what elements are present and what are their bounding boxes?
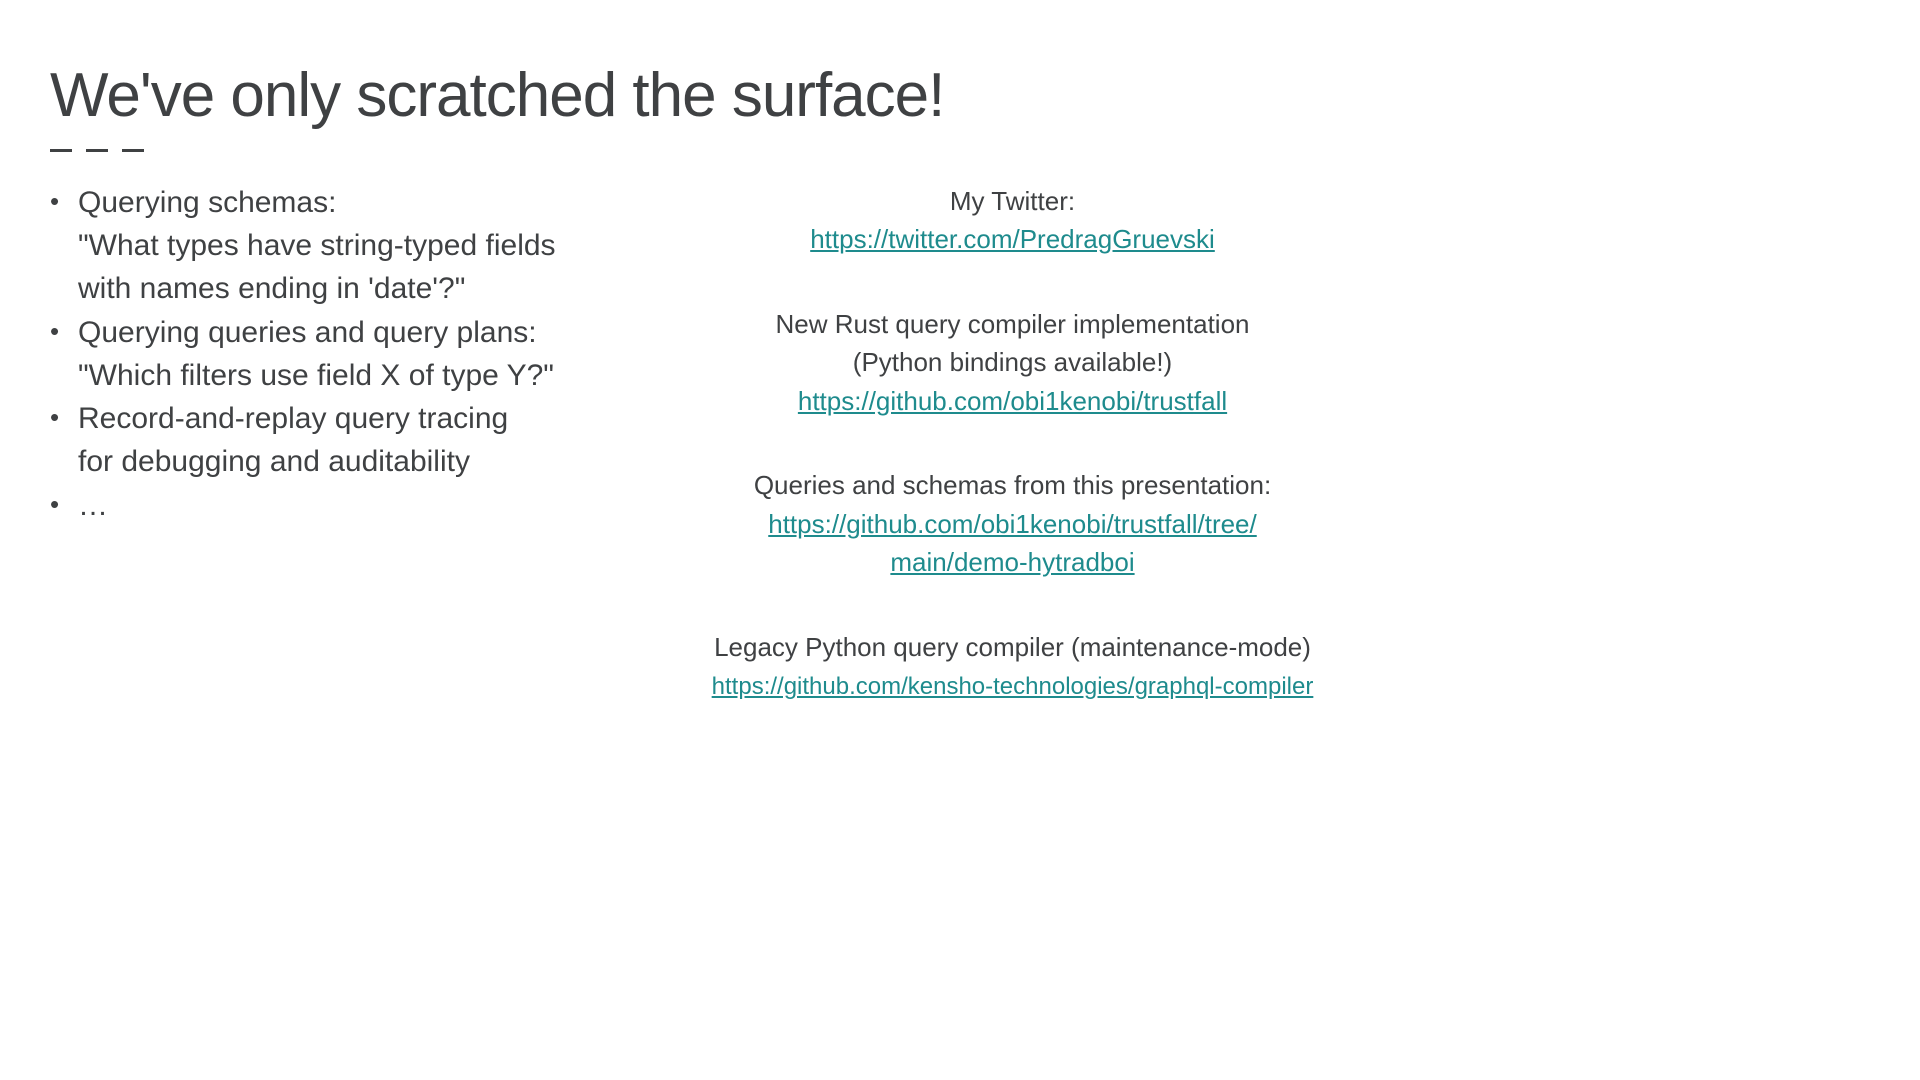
bullet-list-column: Querying schemas: "What types have strin…: [50, 182, 610, 705]
block-label: Queries and schemas from this presentati…: [630, 466, 1395, 504]
bullet-text: Record-and-replay query tracing: [78, 402, 508, 435]
twitter-link[interactable]: https://twitter.com/PredragGruevski: [810, 224, 1215, 254]
list-item: Record-and-replay query tracing for debu…: [50, 398, 610, 484]
dash-icon: [122, 149, 144, 152]
dash-icon: [50, 149, 72, 152]
bullet-text: Querying queries and query plans:: [78, 316, 537, 349]
legacy-compiler-link[interactable]: https://github.com/kensho-technologies/g…: [712, 673, 1314, 700]
bullet-text: "What types have string-typed fields: [78, 229, 556, 262]
twitter-block: My Twitter: https://twitter.com/PredragG…: [630, 182, 1395, 259]
trustfall-link[interactable]: https://github.com/obi1kenobi/trustfall: [798, 386, 1227, 416]
title-dash-divider: [50, 149, 1395, 152]
link-text: main/demo-hytradboi: [890, 547, 1134, 577]
links-column: My Twitter: https://twitter.com/PredragG…: [630, 182, 1395, 705]
list-item: …: [50, 485, 610, 528]
block-label: (Python bindings available!): [630, 343, 1395, 381]
block-label: New Rust query compiler implementation: [630, 305, 1395, 343]
bullet-text: for debugging and auditability: [78, 445, 470, 478]
bullet-text: "Which filters use field X of type Y?": [78, 359, 554, 392]
dash-icon: [86, 149, 108, 152]
presentation-repo-block: Queries and schemas from this presentati…: [630, 466, 1395, 581]
bullet-text: …: [78, 489, 108, 522]
block-label: Legacy Python query compiler (maintenanc…: [630, 628, 1395, 666]
list-item: Querying queries and query plans: "Which…: [50, 312, 610, 398]
slide-title: We've only scratched the surface!: [50, 60, 1395, 131]
list-item: Querying schemas: "What types have strin…: [50, 182, 610, 311]
bullet-text: with names ending in 'date'?": [78, 272, 465, 305]
presentation-repo-link[interactable]: https://github.com/obi1kenobi/trustfall/…: [768, 509, 1257, 577]
link-text: https://github.com/obi1kenobi/trustfall/…: [768, 509, 1257, 539]
bullet-text: Querying schemas:: [78, 186, 336, 219]
legacy-compiler-block: Legacy Python query compiler (maintenanc…: [630, 628, 1395, 705]
slide-columns: Querying schemas: "What types have strin…: [50, 182, 1395, 705]
rust-compiler-block: New Rust query compiler implementation (…: [630, 305, 1395, 420]
block-label: My Twitter:: [630, 182, 1395, 220]
